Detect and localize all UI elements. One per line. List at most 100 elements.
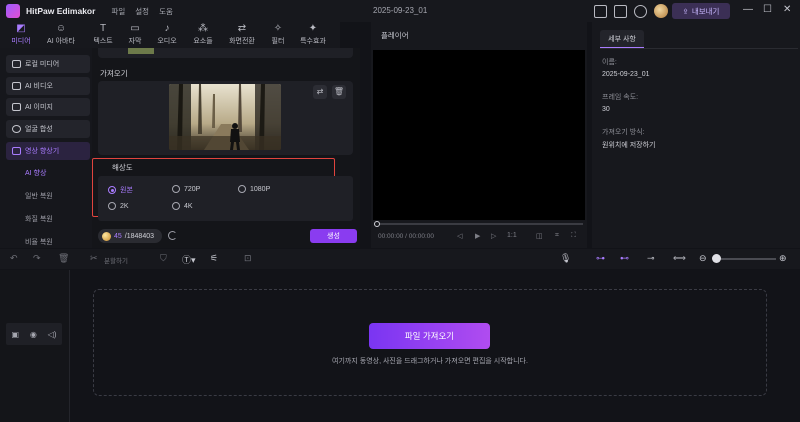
export-label: 내보내기 [691,6,720,16]
drop-hint-text: 여기까지 동영상, 사진을 드래그하거나 가져오면 편집을 시작합니다. [332,358,528,365]
text-icon: T [99,23,107,34]
tab-media[interactable]: ◩ 미디어 [6,23,36,47]
playback-time: 00:00:00 / 00:00:00 [378,233,435,240]
scissors-icon[interactable]: ✂ [90,253,98,264]
speaker-icon[interactable]: ◁) [48,330,57,339]
resolution-option-4k[interactable]: 4K [172,202,193,210]
sidebar-item-ai-video[interactable]: AI 비디오 [6,77,90,95]
tab-label: 오디오 [157,38,177,45]
trash-icon[interactable]: 🗑 [332,85,346,99]
player-panel: 플레이어 00:00:00 / 00:00:00 ◁ ▶ ▷ 1:1 ◫ ⌗ ⛶ [371,22,587,248]
crop-icon[interactable]: ⌗ [555,232,559,240]
resolution-option-720p[interactable]: 720P [172,185,200,193]
player-screen[interactable] [373,50,585,220]
resolution-option-original[interactable]: 원본 [108,185,133,195]
window-icon[interactable] [594,4,607,18]
tab-details[interactable]: 세부 사항 [600,30,644,48]
text-tool-icon[interactable]: Ⓣ▾ [182,253,196,266]
menu-settings[interactable]: 설정 [135,6,149,17]
coin-icon [102,231,111,241]
sidebar: 로컬 미디어 AI 비디오 AI 이미지 얼굴 합성 영상 향상기 AI 향상 … [0,48,92,248]
redo-icon[interactable]: ↷ [33,253,41,264]
import-file-button[interactable]: 파일 가져오기 [369,323,490,349]
tab-elements[interactable]: ⁂ 요소들 [188,23,218,47]
tab-effects[interactable]: ✦ 특수효과 [298,23,328,47]
import-method-label: 가져오기 방식: [602,129,645,136]
tab-filter[interactable]: ✧ 필터 [263,23,293,47]
tab-text[interactable]: T 텍스트 [88,23,118,47]
download-icon[interactable] [634,4,647,18]
radio-icon [238,185,246,193]
snapshot-icon[interactable]: ◫ [536,232,543,240]
playback-progress-knob[interactable] [374,221,380,227]
resolution-option-1080p[interactable]: 1080P [238,185,270,193]
menu-file[interactable]: 파일 [111,6,125,17]
generate-button[interactable]: 생성 [310,229,357,243]
sidebar-sub-ai-enhance[interactable]: AI 향상 [25,168,46,178]
track-controls: ▣ ◉ ◁) [6,323,62,345]
tab-audio[interactable]: ♪ 오디오 [152,23,182,47]
prev-frame-icon[interactable]: ◁ [457,232,462,240]
eye-icon[interactable]: ◉ [30,330,37,339]
effects-icon: ✦ [308,23,318,34]
import-method-value: 원위치에 저장하기 [602,142,656,149]
face-swap-icon [12,125,21,133]
zoom-slider-track[interactable] [714,258,776,260]
main-toolbar: ◩ 미디어 ☺ AI 아바타 T 텍스트 ▭ 자막 ♪ 오디오 ⁂ 요소들 ⇄ … [0,22,340,48]
aspect-ratio-select[interactable]: 1:1 [507,232,517,239]
sidebar-item-ai-image[interactable]: AI 이미지 [6,98,90,116]
split-label: 분할하기 [104,258,128,265]
playback-progress-track[interactable] [376,223,583,225]
adjust-icon[interactable]: ⚟ [210,253,218,264]
avatar[interactable] [654,4,668,18]
maximize-icon[interactable]: ☐ [763,4,772,16]
sidebar-item-face-swap[interactable]: 얼굴 합성 [6,120,90,138]
undo-icon[interactable]: ↶ [10,253,18,264]
zoom-out-icon[interactable]: ⊖ [699,253,707,264]
refresh-icon[interactable] [168,231,177,240]
app-name: HitPaw Edimakor [26,6,96,16]
play-icon[interactable]: ▶ [475,232,480,240]
menu-help[interactable]: 도움 [159,6,173,17]
radio-icon [172,202,180,210]
frame-rate-label: 프레임 속도: [602,94,639,101]
sidebar-sub-quality-restore[interactable]: 화질 복원 [25,214,53,224]
export-button[interactable]: ⇪ 내보내기 [672,3,730,19]
tab-transition[interactable]: ⇄ 화면전환 [227,23,257,47]
fit-icon[interactable]: ⟺ [673,253,686,264]
sidebar-sub-ratio-restore[interactable]: 비율 복원 [25,237,53,247]
radio-label: 1080P [250,185,271,193]
tab-label: 화면전환 [229,38,255,45]
zoom-slider-knob[interactable] [712,254,721,263]
credits-total: /1848403 [124,232,154,240]
link-icon[interactable]: ⊶ [596,253,605,264]
shield-icon[interactable]: ⛉ [160,253,167,264]
feedback-icon[interactable] [614,4,627,18]
sidebar-item-enhancer[interactable]: 영상 향상기 [6,142,90,160]
minimize-icon[interactable]: — [743,4,753,16]
elements-icon: ⁂ [198,23,208,34]
magnet-icon[interactable]: ⊷ [620,253,629,264]
upload-icon: ⇪ [682,6,689,16]
next-frame-icon[interactable]: ▷ [491,232,496,240]
split-track-icon[interactable]: ⊸ [647,253,655,264]
sidebar-item-label: AI 이미지 [25,104,53,111]
close-icon[interactable]: ✕ [783,4,791,16]
player-title: 플레이어 [381,31,409,40]
sidebar-sub-general-restore[interactable]: 일반 복원 [25,191,53,201]
sidebar-item-local-media[interactable]: 로컬 미디어 [6,55,90,73]
radio-icon [172,185,180,193]
media-thumbnail[interactable] [128,48,154,54]
crop-tool-icon[interactable]: ⊡ [244,253,252,264]
fullscreen-icon[interactable]: ⛶ [571,232,576,240]
subtitle-icon: ▭ [130,23,140,34]
tab-subtitle[interactable]: ▭ 자막 [120,23,150,47]
delete-icon[interactable]: 🗑 [58,253,69,264]
tab-ai-avatar[interactable]: ☺ AI 아바타 [46,23,76,47]
import-card[interactable]: ⇄ 🗑 [98,81,353,155]
replace-icon[interactable]: ⇄ [313,85,327,99]
resolution-option-2k[interactable]: 2K [108,202,129,210]
microphone-icon[interactable]: 🎙 [560,253,571,264]
zoom-in-icon[interactable]: ⊕ [779,253,787,264]
track-video-icon[interactable]: ▣ [11,330,19,339]
